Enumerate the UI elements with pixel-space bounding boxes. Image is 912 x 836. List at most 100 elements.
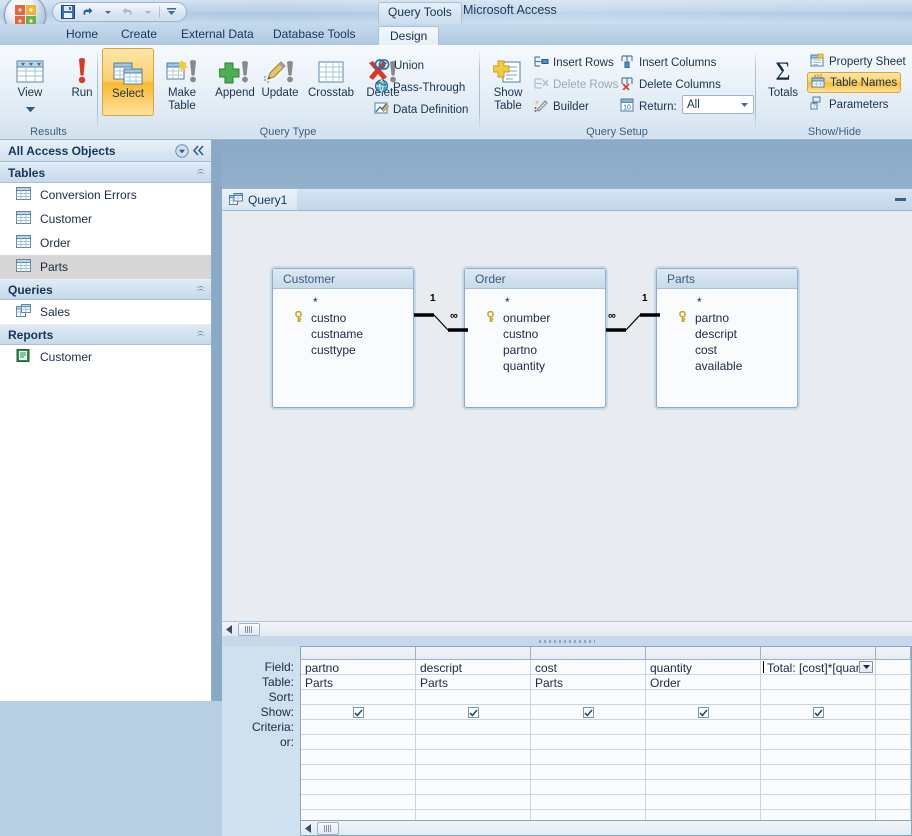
diagram-table-order[interactable]: Order * onumber custno partno quantity [464,268,606,408]
select-query-button[interactable]: Select [102,48,154,116]
cell-blank[interactable] [416,795,531,810]
grid-row-blank[interactable] [301,750,911,765]
cell-or-2[interactable] [416,735,531,750]
show-checkbox[interactable] [812,707,824,718]
cell-blank[interactable] [646,765,761,780]
pass-through-button[interactable]: Pass-Through [371,77,468,98]
cell-show-4[interactable] [646,705,761,720]
show-checkbox[interactable] [697,707,709,718]
column-selector[interactable] [646,647,761,660]
cell-criteria-4[interactable] [646,720,761,735]
cell-or-6[interactable] [876,735,911,750]
cell-table-6[interactable] [876,675,911,690]
update-query-button[interactable]: Update [254,48,306,116]
cell-or-1[interactable] [301,735,416,750]
cell-or-3[interactable] [531,735,646,750]
diagram-table-parts[interactable]: Parts * partno descript cost available [656,268,798,408]
cell-field-3[interactable]: cost [531,660,646,675]
diagram-field-asterisk[interactable]: * [657,294,797,310]
cell-show-6[interactable] [876,705,911,720]
make-table-button[interactable]: Make Table [156,48,208,116]
sidebar-item-sales-query[interactable]: Sales [0,300,211,324]
cell-table-2[interactable]: Parts [416,675,531,690]
cell-blank[interactable] [876,750,911,765]
view-dropdown-icon[interactable] [25,103,35,116]
diagram-field-asterisk[interactable]: * [273,294,413,310]
cell-blank[interactable] [416,765,531,780]
undo-dropdown-icon[interactable] [99,4,116,20]
grid-row-blank[interactable] [301,780,911,795]
cell-blank[interactable] [876,765,911,780]
tab-database-tools[interactable]: Database Tools [262,24,367,45]
sidebar-item-parts-table[interactable]: Parts [0,255,211,279]
cell-field-1[interactable]: partno [301,660,416,675]
cell-sort-1[interactable] [301,690,416,705]
diagram-field-custno[interactable]: custno [465,326,605,342]
navigation-pane-header[interactable]: All Access Objects [0,140,211,162]
grid-row-blank[interactable] [301,765,911,780]
column-selector[interactable] [531,647,646,660]
contextual-tab-query-tools[interactable]: Query Tools [378,2,462,23]
cell-sort-3[interactable] [531,690,646,705]
diagram-field-available[interactable]: available [657,358,797,374]
column-selector[interactable] [416,647,531,660]
grid-table[interactable]: partno descript cost quantity Total: [co… [300,646,912,821]
redo-icon[interactable] [119,4,136,20]
union-button[interactable]: Union [371,55,427,76]
customize-qat-icon[interactable] [163,4,180,20]
cell-field-6[interactable] [876,660,911,675]
sidebar-item-customer-table[interactable]: Customer [0,207,211,231]
diagram-field-partno[interactable]: partno [465,342,605,358]
cell-blank[interactable] [646,780,761,795]
redo-dropdown-icon[interactable] [139,4,156,20]
document-tab-query1[interactable]: Query1 [222,189,298,211]
cell-blank[interactable] [876,795,911,810]
undo-icon[interactable] [79,4,96,20]
cell-criteria-6[interactable] [876,720,911,735]
cell-blank[interactable] [876,780,911,795]
pane-splitter[interactable] [222,636,912,646]
return-value-combo[interactable]: All [682,95,754,114]
cell-blank[interactable] [301,780,416,795]
show-checkbox[interactable] [582,707,594,718]
grid-row-blank[interactable] [301,795,911,810]
cell-blank[interactable] [761,780,876,795]
cell-table-5[interactable] [761,675,876,690]
nav-group-header-reports[interactable]: Reports [0,324,211,345]
scroll-left-arrow-icon[interactable] [301,821,316,836]
cell-blank[interactable] [646,810,761,820]
canvas-horizontal-scrollbar[interactable] [222,621,912,636]
cell-sort-2[interactable] [416,690,531,705]
cell-blank[interactable] [531,780,646,795]
column-selector[interactable] [761,647,876,660]
tab-home[interactable]: Home [55,24,109,45]
show-checkbox[interactable] [467,707,479,718]
tab-create[interactable]: Create [110,24,168,45]
cell-field-4[interactable]: quantity [646,660,761,675]
cell-blank[interactable] [761,795,876,810]
sidebar-item-order-table[interactable]: Order [0,231,211,255]
cell-blank[interactable] [301,765,416,780]
cell-blank[interactable] [301,810,416,820]
cell-sort-5[interactable] [761,690,876,705]
cell-criteria-3[interactable] [531,720,646,735]
cell-blank[interactable] [531,750,646,765]
diagram-field-onumber[interactable]: onumber [465,310,605,326]
parameters-button[interactable]: ? Parameters [807,94,891,115]
insert-rows-button[interactable]: Insert Rows [531,52,617,73]
scroll-left-arrow-icon[interactable] [222,622,237,637]
scrollbar-thumb[interactable] [317,821,339,835]
column-selector[interactable] [301,647,416,660]
cell-field-2[interactable]: descript [416,660,531,675]
data-definition-button[interactable]: Data Definition [371,99,471,120]
tab-design[interactable]: Design [378,26,440,46]
cell-or-4[interactable] [646,735,761,750]
diagram-field-custname[interactable]: custname [273,326,413,342]
cell-blank[interactable] [416,780,531,795]
chevron-down-icon[interactable] [737,97,752,112]
diagram-field-custno[interactable]: custno [273,310,413,326]
nav-group-header-queries[interactable]: Queries [0,279,211,300]
show-table-button[interactable]: Show Table [485,48,531,116]
grid-horizontal-scrollbar[interactable] [300,821,912,836]
cell-show-1[interactable] [301,705,416,720]
